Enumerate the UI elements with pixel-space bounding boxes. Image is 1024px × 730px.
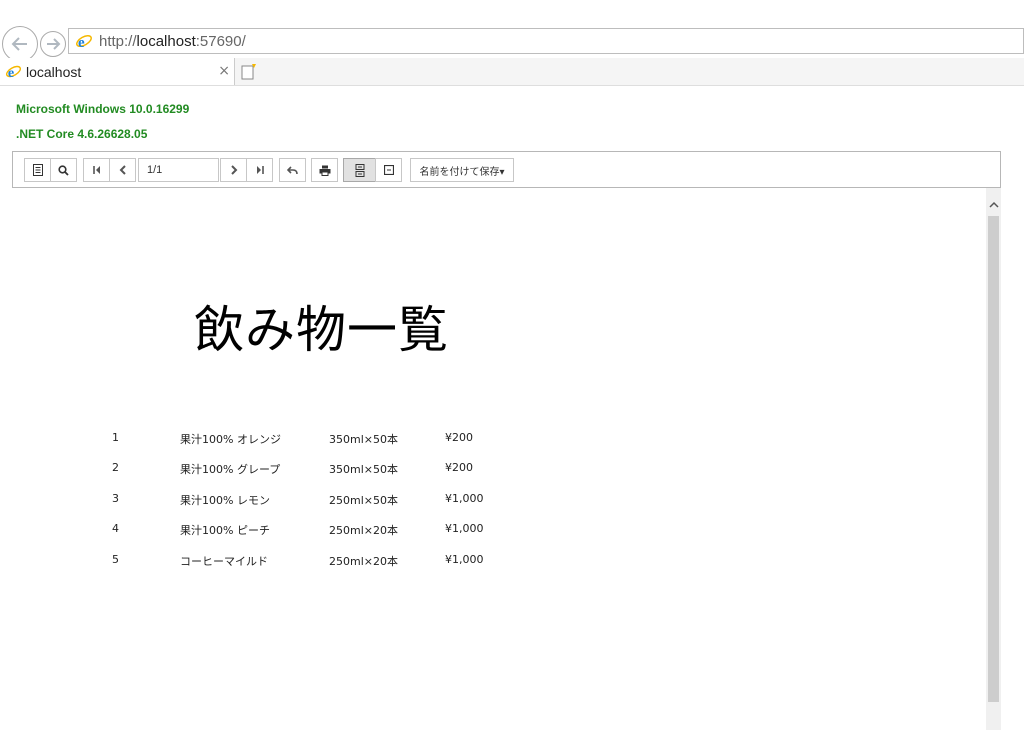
last-page-button[interactable] bbox=[246, 158, 273, 182]
vertical-scrollbar[interactable] bbox=[986, 188, 1001, 730]
runtime-version-text: .NET Core 4.6.26628.05 bbox=[16, 127, 148, 141]
product-volume: 250ml×50本 bbox=[329, 494, 398, 507]
forward-arrow-icon bbox=[47, 38, 61, 50]
svg-text:e: e bbox=[78, 35, 85, 50]
document-map-button[interactable] bbox=[24, 158, 51, 182]
report-page: 飲み物一覧 1 果汁100% オレンジ 350ml×50本 ¥200 2 果汁1… bbox=[12, 188, 985, 730]
save-as-dropdown[interactable]: 名前を付けて保存▾ bbox=[410, 158, 514, 182]
scroll-up-icon bbox=[988, 201, 999, 208]
back-arrow-icon bbox=[11, 37, 27, 51]
row-number: 5 bbox=[112, 553, 119, 566]
first-page-icon bbox=[92, 166, 100, 174]
new-tab-button[interactable] bbox=[236, 60, 260, 83]
single-page-icon bbox=[383, 165, 394, 175]
back-to-parent-icon bbox=[287, 165, 298, 174]
svg-text:e: e bbox=[8, 65, 14, 80]
page-number-input[interactable]: 1/1 bbox=[138, 158, 219, 182]
previous-page-button[interactable] bbox=[109, 158, 136, 182]
tab-title: localhost bbox=[26, 63, 82, 80]
tab-strip: e localhost × bbox=[0, 58, 1024, 86]
row-number: 3 bbox=[112, 492, 119, 505]
continuous-pages-button[interactable] bbox=[343, 158, 376, 182]
row-number: 1 bbox=[112, 431, 119, 444]
product-price: ¥1,000 bbox=[445, 522, 484, 535]
ie-logo-icon: e bbox=[5, 65, 22, 80]
single-page-button[interactable] bbox=[375, 158, 402, 182]
product-volume: 350ml×50本 bbox=[329, 463, 398, 476]
product-volume: 250ml×20本 bbox=[329, 555, 398, 568]
product-name: 果汁100% レモン bbox=[180, 494, 270, 507]
last-page-icon bbox=[256, 166, 264, 174]
address-bar-row: e http://localhost:57690/ bbox=[0, 26, 1024, 62]
search-icon bbox=[58, 164, 69, 176]
product-price: ¥1,000 bbox=[445, 492, 484, 505]
close-tab-button[interactable]: × bbox=[218, 63, 230, 79]
row-number: 2 bbox=[112, 461, 119, 474]
product-price: ¥200 bbox=[445, 461, 473, 474]
continuous-pages-icon bbox=[355, 163, 364, 177]
print-icon bbox=[319, 165, 330, 176]
scroll-up-button[interactable] bbox=[986, 197, 1001, 211]
product-price: ¥1,000 bbox=[445, 553, 484, 566]
tab-localhost[interactable]: e localhost × bbox=[0, 58, 235, 85]
scrollbar-thumb[interactable] bbox=[988, 216, 999, 702]
viewer-toolbar: 1/1 名前を付けて保存▾ bbox=[12, 151, 1001, 188]
product-volume: 250ml×20本 bbox=[329, 524, 398, 537]
new-tab-icon bbox=[241, 63, 256, 79]
product-price: ¥200 bbox=[445, 431, 473, 444]
back-to-parent-button[interactable] bbox=[279, 158, 306, 182]
next-page-icon bbox=[230, 165, 237, 175]
ie-logo-icon: e bbox=[76, 34, 92, 50]
back-button[interactable] bbox=[2, 26, 38, 62]
first-page-button[interactable] bbox=[83, 158, 110, 182]
document-map-icon bbox=[32, 164, 43, 176]
product-name: 果汁100% グレープ bbox=[180, 463, 281, 476]
url-text: http://localhost:57690/ bbox=[99, 32, 246, 50]
address-bar[interactable]: e http://localhost:57690/ bbox=[68, 28, 1024, 54]
os-version-text: Microsoft Windows 10.0.16299 bbox=[16, 102, 190, 116]
print-button[interactable] bbox=[311, 158, 338, 182]
previous-page-icon bbox=[119, 165, 126, 175]
product-volume: 350ml×50本 bbox=[329, 433, 398, 446]
search-button[interactable] bbox=[50, 158, 77, 182]
row-number: 4 bbox=[112, 522, 119, 535]
next-page-button[interactable] bbox=[220, 158, 247, 182]
product-name: コーヒーマイルド bbox=[180, 555, 268, 568]
product-name: 果汁100% オレンジ bbox=[180, 433, 281, 446]
report-title: 飲み物一覧 bbox=[194, 301, 449, 359]
product-name: 果汁100% ピーチ bbox=[180, 524, 270, 537]
forward-button[interactable] bbox=[40, 31, 66, 57]
report-viewer: 1/1 名前を付けて保存▾ 飲み物一覧 1 果汁100% オレンジ 350ml×… bbox=[12, 151, 1001, 730]
